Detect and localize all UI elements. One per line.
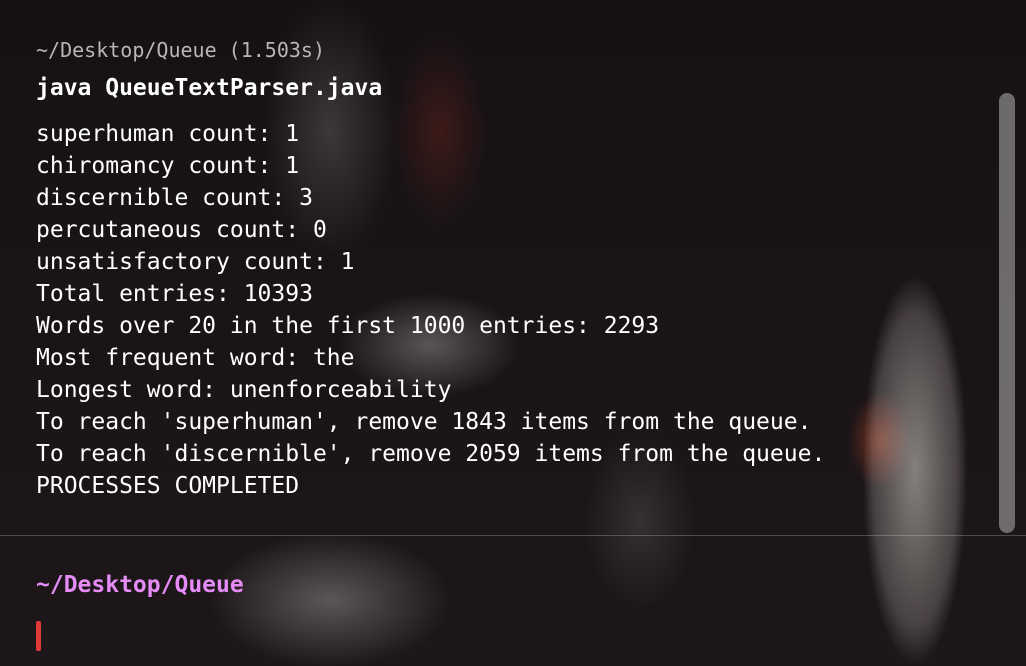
output-line: percutaneous count: 0	[36, 217, 327, 243]
prompt-path: ~/Desktop/Queue	[36, 572, 244, 598]
output-line: Words over 20 in the first 1000 entries:…	[36, 313, 660, 339]
output-line: To reach 'discernible', remove 2059 item…	[36, 441, 826, 467]
executed-command[interactable]: java QueueTextParser.java	[36, 73, 382, 103]
output-line: Most frequent word: the	[36, 345, 355, 371]
output-line: Total entries: 10393	[36, 281, 313, 307]
output-line: superhuman count: 1	[36, 121, 300, 147]
command-output: superhuman count: 1 chiromancy count: 1 …	[36, 118, 825, 502]
output-scrollbar[interactable]	[999, 93, 1015, 533]
input-cursor[interactable]	[36, 621, 41, 651]
command-block-header: ~/Desktop/Queue (1.503s)	[36, 38, 325, 62]
output-line: chiromancy count: 1	[36, 153, 300, 179]
output-line: PROCESSES COMPLETED	[36, 473, 300, 499]
output-line: unsatisfactory count: 1	[36, 249, 355, 275]
output-line: discernible count: 3	[36, 185, 313, 211]
output-line: Longest word: unenforceability	[36, 377, 452, 403]
terminal-window: ~/Desktop/Queue (1.503s) java QueueTextP…	[0, 0, 1026, 666]
output-line: To reach 'superhuman', remove 1843 items…	[36, 409, 812, 435]
block-divider	[0, 535, 1026, 536]
